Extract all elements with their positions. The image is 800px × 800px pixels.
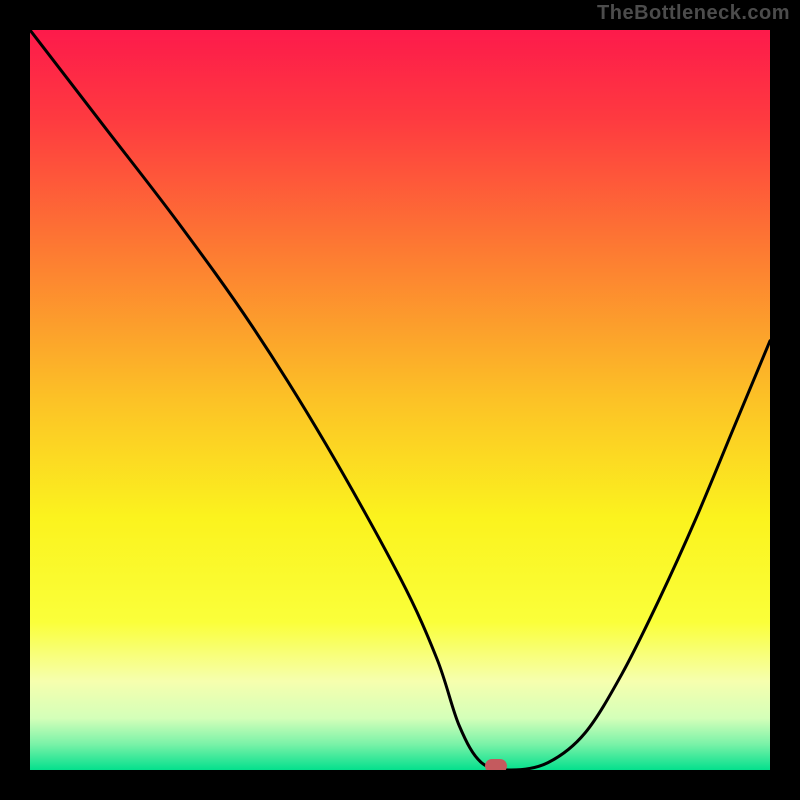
watermark-text: TheBottleneck.com — [597, 2, 790, 25]
bottleneck-curve — [30, 30, 770, 770]
optimal-point-marker — [485, 759, 507, 770]
chart-frame: TheBottleneck.com — [0, 0, 800, 800]
plot-area — [30, 30, 770, 770]
